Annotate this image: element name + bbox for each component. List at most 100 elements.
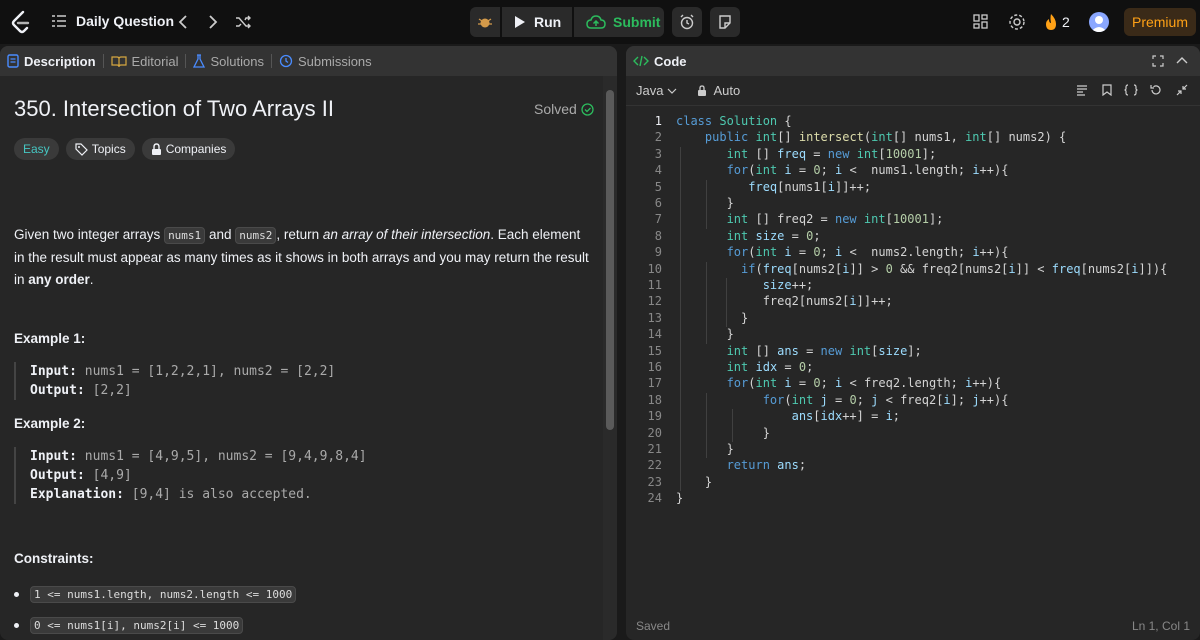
solved-status: Solved	[534, 101, 594, 117]
statement-text: and	[205, 227, 236, 242]
statement-emphasis: an array of their intersection	[322, 227, 491, 242]
format-icon[interactable]	[1076, 84, 1088, 96]
tab-description[interactable]: Description	[0, 54, 103, 69]
streak-count: 2	[1062, 14, 1070, 30]
line-number: 2	[654, 130, 662, 145]
submit-button[interactable]: Submit	[574, 7, 664, 37]
line-number: 19	[647, 409, 662, 424]
debug-button[interactable]	[470, 7, 500, 37]
code-line[interactable]: }	[676, 311, 748, 325]
collapse-chevron-icon[interactable]	[1176, 55, 1188, 67]
alarm-clock-icon	[679, 14, 695, 30]
leetcode-logo-icon[interactable]	[10, 10, 32, 34]
output-label: Output:	[30, 383, 85, 398]
tab-editorial[interactable]: Editorial	[104, 54, 186, 69]
auto-mode-toggle[interactable]: Auto	[697, 83, 740, 98]
left-panel-tabs: Description Editorial Solutions Submissi…	[0, 46, 617, 76]
next-problem-icon[interactable]	[206, 12, 220, 32]
tab-solutions-label: Solutions	[210, 53, 264, 69]
bullet-icon	[14, 623, 19, 628]
top-bar: Daily Question Run Submit 2 Premium	[0, 0, 1200, 44]
language-select[interactable]: Java	[636, 83, 677, 98]
reset-icon[interactable]	[1150, 84, 1162, 96]
indent-guide	[706, 179, 707, 229]
code-panel-header: Code	[626, 46, 1200, 76]
tab-submissions[interactable]: Submissions	[272, 54, 379, 69]
code-line[interactable]: int [] freq = new int[10001];	[676, 147, 937, 161]
indent-guide	[732, 409, 733, 442]
line-number: 12	[647, 294, 662, 309]
bookmark-icon[interactable]	[1102, 84, 1112, 96]
run-button[interactable]: Run	[502, 7, 572, 37]
code-line[interactable]: size++;	[676, 278, 814, 292]
code-line[interactable]: for(int i = 0; i < nums2.length; i++){	[676, 245, 1009, 259]
settings-gear-icon[interactable]	[1008, 13, 1026, 31]
submit-label: Submit	[613, 14, 661, 30]
code-line[interactable]: for(int i = 0; i < nums1.length; i++){	[676, 163, 1009, 177]
code-line[interactable]: }	[676, 327, 734, 341]
save-status: Saved	[636, 619, 671, 633]
code-line[interactable]: if(freq[nums2[i]] > 0 && freq2[nums2[i]]…	[676, 262, 1167, 276]
line-number: 11	[647, 278, 662, 292]
description-scrollbar[interactable]	[603, 76, 617, 640]
code-line[interactable]: class Solution {	[676, 114, 792, 128]
tab-code[interactable]: Code	[626, 54, 694, 69]
code-line[interactable]: }	[676, 475, 712, 489]
history-icon	[279, 54, 293, 68]
description-panel: Description Editorial Solutions Submissi…	[0, 46, 617, 640]
scroll-thumb[interactable]	[606, 90, 614, 430]
code-line[interactable]: int size = 0;	[676, 229, 821, 243]
code-line[interactable]: return ans;	[676, 458, 807, 472]
code-line[interactable]: }	[676, 426, 770, 440]
run-label: Run	[534, 14, 562, 30]
tab-submissions-label: Submissions	[297, 53, 372, 69]
problem-list-icon[interactable]	[52, 14, 66, 28]
example-output: [4,9]	[92, 468, 132, 483]
code-line[interactable]: freq2[nums2[i]]++;	[676, 294, 893, 308]
timer-button[interactable]	[672, 7, 702, 37]
code-line[interactable]: int [] freq2 = new int[10001];	[676, 212, 944, 226]
code-line[interactable]: ans[idx++] = i;	[676, 409, 900, 423]
lock-icon	[151, 142, 162, 156]
book-icon	[110, 55, 127, 68]
notes-button[interactable]	[710, 7, 740, 37]
line-number: 6	[654, 196, 662, 210]
user-avatar[interactable]	[1089, 12, 1109, 32]
shuffle-icon[interactable]	[234, 13, 252, 31]
line-number: 15	[647, 343, 662, 358]
code-line[interactable]: int idx = 0;	[676, 360, 814, 374]
problem-title[interactable]: 350. Intersection of Two Arrays II	[14, 96, 334, 122]
problem-list-title[interactable]: Daily Question	[76, 13, 174, 29]
mode-label: Auto	[713, 83, 741, 98]
code-line[interactable]: public int[] intersect(int[] nums1, int[…	[676, 130, 1066, 144]
line-number: 24	[647, 491, 662, 506]
layout-grid-icon[interactable]	[973, 14, 989, 30]
companies-tag[interactable]: Companies	[141, 138, 236, 160]
editor-toolbar: Java Auto	[626, 76, 1200, 106]
topics-tag[interactable]: Topics	[65, 138, 135, 160]
line-number: 10	[647, 261, 662, 276]
streak-counter[interactable]: 2	[1044, 13, 1070, 31]
bug-icon	[477, 14, 493, 30]
braces-icon[interactable]	[1124, 84, 1138, 96]
constraint-text: 0 <= nums1[i], nums2[i] <= 1000	[30, 617, 244, 634]
code-line[interactable]: }	[676, 196, 734, 210]
explanation-label: Explanation:	[30, 487, 124, 502]
line-number: 7	[654, 212, 662, 227]
check-circle-icon	[581, 102, 594, 116]
maximize-icon[interactable]	[1152, 55, 1164, 67]
premium-button[interactable]: Premium	[1124, 8, 1196, 36]
tab-solutions[interactable]: Solutions	[186, 54, 270, 69]
list-item: 1 <= nums1.length, nums2.length <= 1000	[14, 586, 297, 603]
code-line[interactable]: }	[676, 442, 734, 456]
shrink-icon[interactable]	[1176, 84, 1188, 96]
previous-problem-icon[interactable]	[176, 12, 190, 32]
code-line[interactable]: for(int j = 0; j < freq2[i]; j++){	[676, 393, 1009, 407]
code-line[interactable]: int [] ans = new int[size];	[676, 344, 922, 358]
document-icon	[7, 54, 19, 68]
example-2-block: Input: nums1 = [4,9,5], nums2 = [9,4,9,8…	[14, 447, 574, 504]
code-line[interactable]: }	[676, 491, 683, 505]
code-line[interactable]: for(int i = 0; i < freq2.length; i++){	[676, 376, 1002, 390]
problem-tags: Easy Topics Companies	[14, 138, 236, 160]
line-number: 5	[654, 179, 662, 194]
